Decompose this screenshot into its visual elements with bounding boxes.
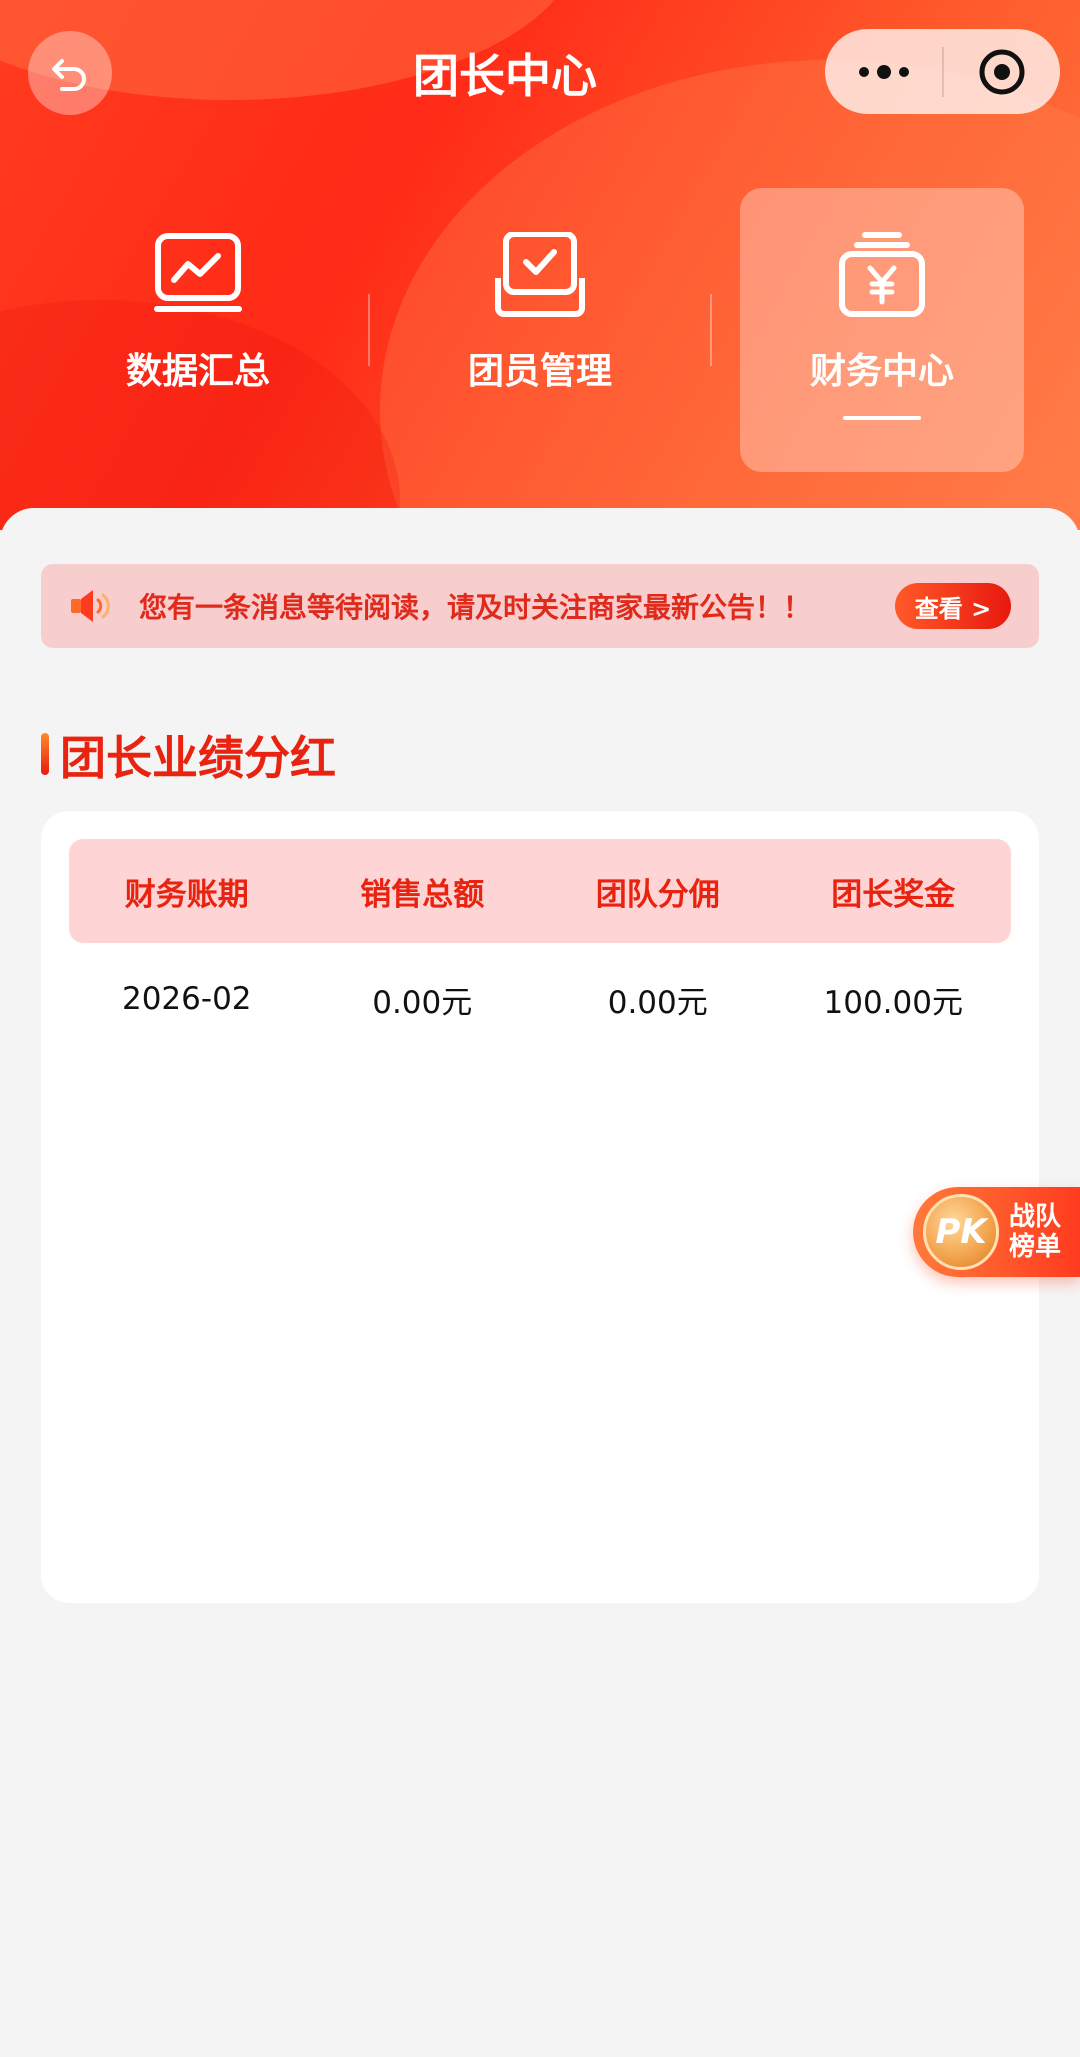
cell-sales: 0.00元 (372, 984, 473, 1021)
header-banner: 团长中心 数据汇总 团员管理 财务中心 (0, 0, 1080, 530)
nav-label: 数据汇总 (125, 351, 270, 392)
more-dots-icon (858, 64, 909, 79)
yen-wallet-icon (839, 232, 925, 317)
close-miniprogram-button[interactable] (944, 29, 1060, 114)
nav-item-finance-center[interactable]: 财务中心 (740, 188, 1024, 472)
view-notice-button[interactable]: 查看 > (895, 583, 1011, 629)
target-circle-icon (979, 49, 1025, 94)
check-tray-icon (495, 232, 585, 317)
nav-label: 财务中心 (809, 351, 954, 392)
dividend-table-card: 财务账期 销售总额 团队分佣 团长奖金 2026-02 0.00元 0.00元 … (41, 811, 1039, 1603)
section-title: 团长业绩分红 (60, 731, 336, 785)
more-button[interactable] (825, 29, 942, 114)
notice-bar[interactable]: 您有一条消息等待阅读，请及时关注商家最新公告！！ 查看 > (41, 564, 1039, 648)
cell-bonus: 100.00元 (823, 984, 963, 1021)
chart-monitor-icon (154, 233, 242, 312)
nav-item-member-management[interactable]: 团员管理 (398, 188, 682, 472)
section-accent-bar (41, 733, 49, 775)
ranking-label-line1: 战队 (1009, 1202, 1062, 1232)
active-indicator (843, 416, 921, 420)
speaker-icon (71, 590, 110, 622)
column-header-period: 财务账期 (124, 876, 249, 913)
cell-period: 2026-02 (121, 981, 252, 1017)
pk-badge-icon: PK (923, 1194, 999, 1270)
nav-label: 团员管理 (467, 351, 612, 392)
table-row: 2026-02 0.00元 0.00元 100.00元 (69, 959, 1011, 1039)
column-header-bonus: 团长奖金 (831, 876, 956, 913)
miniprogram-capsule (825, 29, 1060, 114)
team-ranking-float-button[interactable]: PK 战队 榜单 (913, 1187, 1080, 1277)
nav-item-data-summary[interactable]: 数据汇总 (56, 188, 340, 472)
cell-commission: 0.00元 (607, 984, 708, 1021)
column-header-commission: 团队分佣 (595, 876, 720, 913)
notice-text: 您有一条消息等待阅读，请及时关注商家最新公告！！ (139, 591, 812, 624)
table-header: 财务账期 销售总额 团队分佣 团长奖金 (69, 839, 1011, 943)
ranking-label: 战队 榜单 (1009, 1202, 1069, 1262)
column-header-sales: 销售总额 (360, 876, 485, 913)
ranking-label-line2: 榜单 (1009, 1232, 1062, 1262)
